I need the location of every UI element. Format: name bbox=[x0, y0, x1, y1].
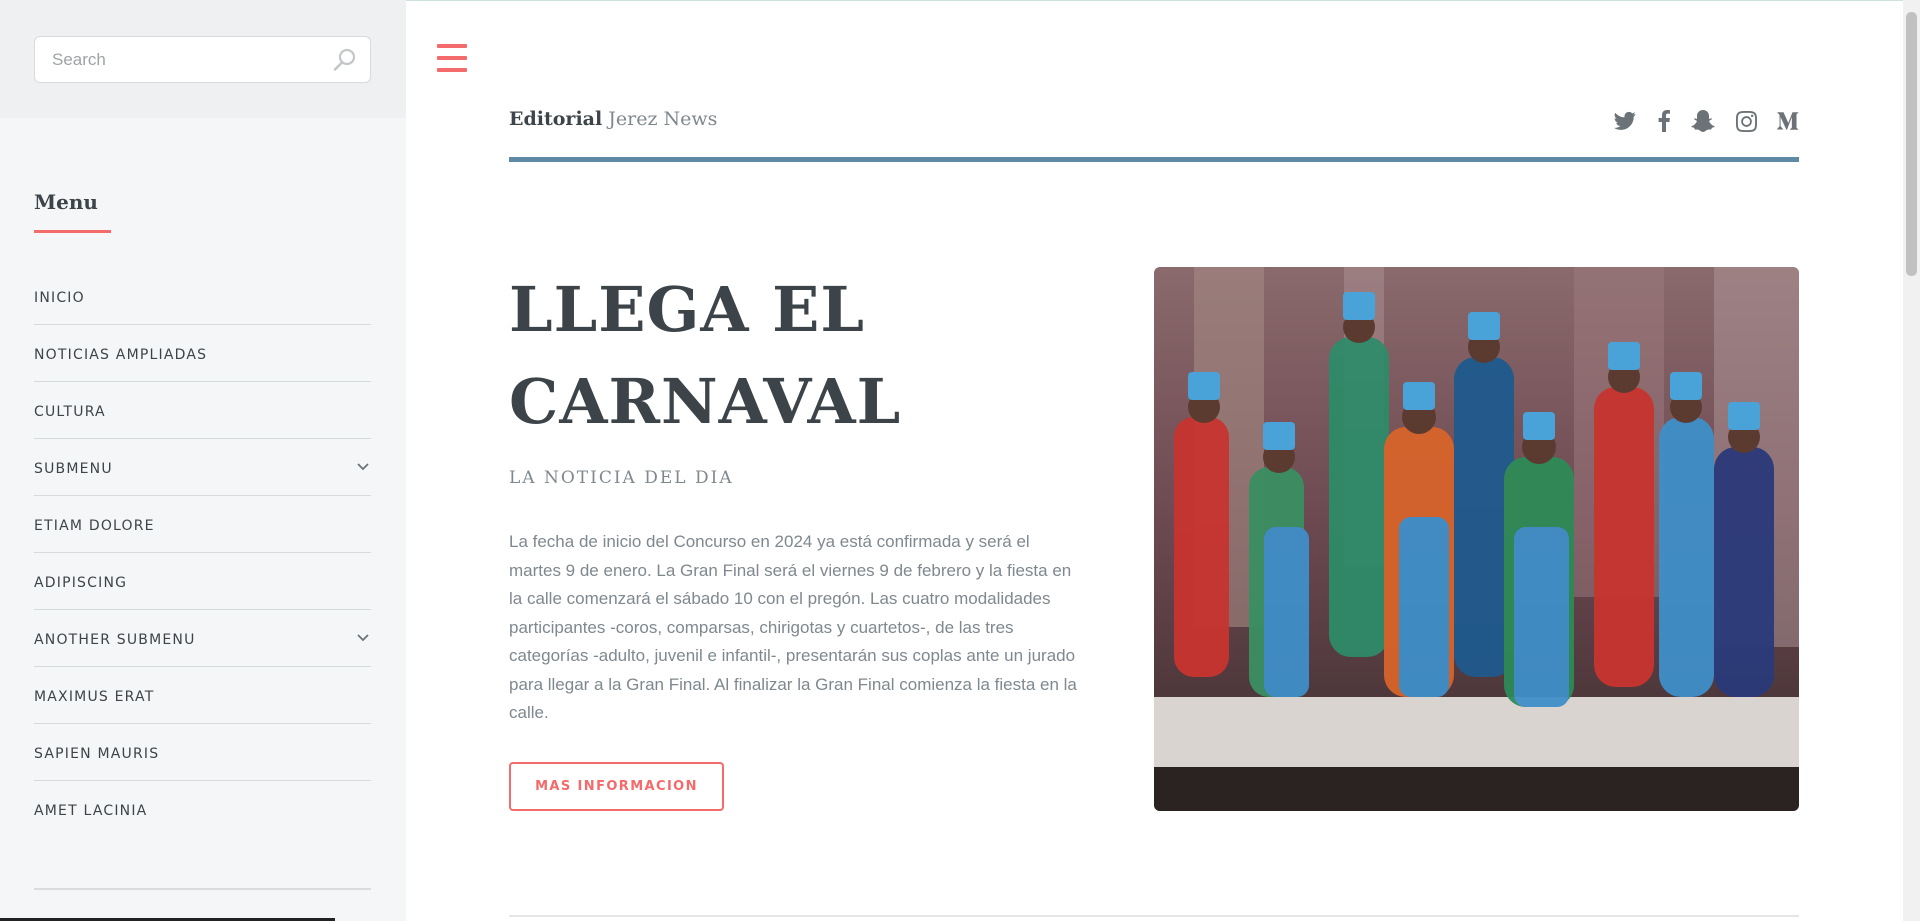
sidebar-divider bbox=[34, 888, 371, 890]
section-divider bbox=[509, 915, 1799, 917]
sidebar-item-label[interactable]: ANOTHER SUBMENU bbox=[34, 632, 196, 648]
banner-headline: LLEGA EL CARNAVAL bbox=[509, 264, 1069, 448]
scrollbar-thumb[interactable] bbox=[1906, 12, 1917, 276]
sidebar-item-label[interactable]: MAXIMUS ERAT bbox=[34, 689, 155, 705]
logo-rest: Jerez News bbox=[608, 108, 718, 130]
facebook-icon[interactable] bbox=[1654, 108, 1674, 134]
logo-strong: Editorial bbox=[509, 108, 603, 130]
chevron-down-icon[interactable] bbox=[355, 630, 371, 646]
sidebar-item-amet-lacinia[interactable]: AMET LACINIA bbox=[34, 781, 371, 838]
sidebar: Menu INICIO NOTICIAS AMPLIADAS CULTURA S… bbox=[0, 0, 406, 921]
search-input[interactable] bbox=[35, 37, 370, 82]
sidebar-item-label[interactable]: NOTICIAS AMPLIADAS bbox=[34, 347, 207, 363]
headline-line-2: CARNAVAL bbox=[509, 365, 902, 438]
sidebar-item-maximus-erat[interactable]: MAXIMUS ERAT bbox=[34, 667, 371, 724]
instagram-icon[interactable] bbox=[1734, 108, 1758, 134]
search-icon[interactable] bbox=[332, 47, 358, 73]
banner-body: La fecha de inicio del Concurso en 2024 … bbox=[509, 532, 1077, 722]
medium-icon[interactable] bbox=[1776, 108, 1800, 134]
sidebar-item-cultura[interactable]: CULTURA bbox=[34, 382, 371, 439]
sidebar-item-label[interactable]: SUBMENU bbox=[34, 461, 113, 477]
hamburger-menu-icon[interactable] bbox=[437, 44, 467, 72]
menu-title-underline bbox=[34, 230, 111, 233]
sidebar-item-etiam-dolore[interactable]: ETIAM DOLORE bbox=[34, 496, 371, 553]
chevron-down-icon[interactable] bbox=[355, 459, 371, 475]
sidebar-item-label[interactable]: ETIAM DOLORE bbox=[34, 518, 155, 534]
search-field-wrapper bbox=[34, 36, 371, 83]
headline-line-1: LLEGA EL bbox=[509, 273, 865, 346]
sidebar-item-adipiscing[interactable]: ADIPISCING bbox=[34, 553, 371, 610]
sidebar-item-label[interactable]: AMET LACINIA bbox=[34, 803, 147, 819]
twitter-icon[interactable] bbox=[1612, 108, 1638, 134]
sidebar-item-submenu[interactable]: SUBMENU bbox=[34, 439, 371, 496]
sidebar-item-another-submenu[interactable]: ANOTHER SUBMENU bbox=[34, 610, 371, 667]
sidebar-item-label[interactable]: ADIPISCING bbox=[34, 575, 127, 591]
snapchat-icon[interactable] bbox=[1690, 108, 1716, 134]
sidebar-item-inicio[interactable]: INICIO bbox=[34, 268, 371, 325]
sidebar-item-label[interactable]: CULTURA bbox=[34, 404, 106, 420]
sidebar-menu: INICIO NOTICIAS AMPLIADAS CULTURA SUBMEN… bbox=[34, 268, 371, 838]
carnival-photo bbox=[1154, 267, 1799, 811]
site-logo[interactable]: Editorial Jerez News bbox=[509, 108, 717, 130]
sidebar-item-sapien-mauris[interactable]: SAPIEN MAURIS bbox=[34, 724, 371, 781]
header-rule bbox=[509, 157, 1799, 162]
more-info-button[interactable]: MAS INFORMACION bbox=[509, 762, 724, 811]
search-section bbox=[0, 0, 406, 118]
menu-title: Menu bbox=[34, 190, 98, 214]
sidebar-item-label[interactable]: INICIO bbox=[34, 290, 85, 306]
sidebar-item-noticias-ampliadas[interactable]: NOTICIAS AMPLIADAS bbox=[34, 325, 371, 382]
banner-subhead: LA NOTICIA DEL DIA bbox=[509, 468, 734, 488]
sidebar-item-label[interactable]: SAPIEN MAURIS bbox=[34, 746, 159, 762]
